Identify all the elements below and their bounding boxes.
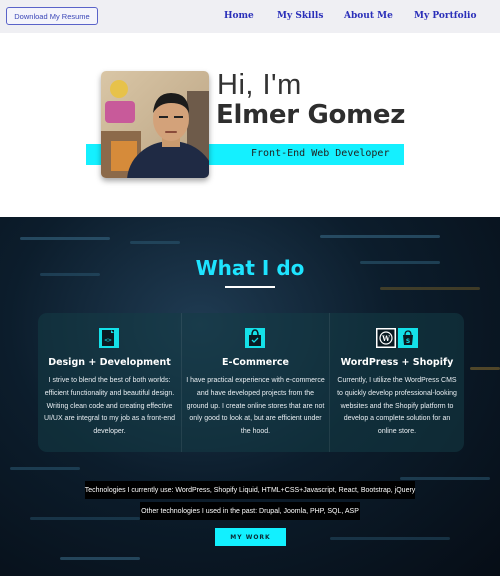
code-background-line bbox=[10, 467, 80, 470]
nav-link-my-portfolio[interactable]: My Portfolio bbox=[414, 11, 476, 21]
code-background-line bbox=[330, 537, 450, 540]
service-card: W S WordPress + Shopify Currently, I uti… bbox=[330, 313, 464, 452]
code-background-line bbox=[30, 517, 140, 520]
code-background-line bbox=[320, 235, 440, 238]
hero-name: Elmer Gomez bbox=[216, 100, 406, 130]
svg-text:<>: <> bbox=[104, 337, 112, 344]
tech-current-caption: Technologies I currently use: WordPress,… bbox=[85, 481, 415, 499]
section-title: What I do bbox=[195, 256, 305, 280]
tech-past-caption: Other technologies I used in the past: D… bbox=[140, 502, 360, 520]
service-title: Design + Development bbox=[48, 357, 171, 368]
hero-section: Hi, I'm Elmer Gomez Front-End Web Develo… bbox=[0, 33, 500, 217]
code-background-line bbox=[470, 367, 500, 370]
code-background-line bbox=[400, 477, 490, 480]
nav-link-about-me[interactable]: About Me bbox=[344, 11, 393, 21]
service-title: WordPress + Shopify bbox=[340, 357, 454, 368]
title-underline bbox=[225, 286, 275, 288]
wordpress-shopify-icon: W S bbox=[376, 328, 418, 348]
my-work-button[interactable]: MY WORK bbox=[215, 528, 286, 546]
service-card: <> Design + Development I strive to blen… bbox=[38, 313, 181, 452]
services-section: What I do <> Design + Development I stri… bbox=[0, 217, 500, 576]
download-resume-button[interactable]: Download My Resume bbox=[6, 7, 98, 25]
code-background-line bbox=[130, 241, 180, 244]
hero-role: Front-End Web Developer bbox=[251, 148, 390, 159]
shopping-bag-icon bbox=[245, 328, 265, 348]
service-title: E-Commerce bbox=[222, 357, 289, 368]
nav-link-home[interactable]: Home bbox=[224, 11, 254, 21]
service-description: I have practical experience with e-comme… bbox=[186, 377, 325, 436]
service-description: I strive to blend the best of both world… bbox=[43, 377, 176, 436]
code-background-line bbox=[60, 557, 140, 560]
greeting-text: Hi, I'm bbox=[217, 69, 302, 101]
code-background-line bbox=[380, 287, 480, 290]
code-file-icon: <> bbox=[99, 328, 119, 348]
profile-photo bbox=[101, 71, 209, 178]
top-nav: Download My Resume Home My Skills About … bbox=[0, 0, 500, 33]
svg-text:S: S bbox=[406, 338, 410, 345]
code-background-line bbox=[20, 237, 110, 240]
nav-link-my-skills[interactable]: My Skills bbox=[277, 11, 323, 21]
services-panel: <> Design + Development I strive to blen… bbox=[38, 313, 464, 452]
svg-text:W: W bbox=[381, 334, 390, 343]
service-description: Currently, I utilize the WordPress CMS t… bbox=[337, 377, 457, 436]
service-card: E-Commerce I have practical experience w… bbox=[182, 313, 329, 452]
